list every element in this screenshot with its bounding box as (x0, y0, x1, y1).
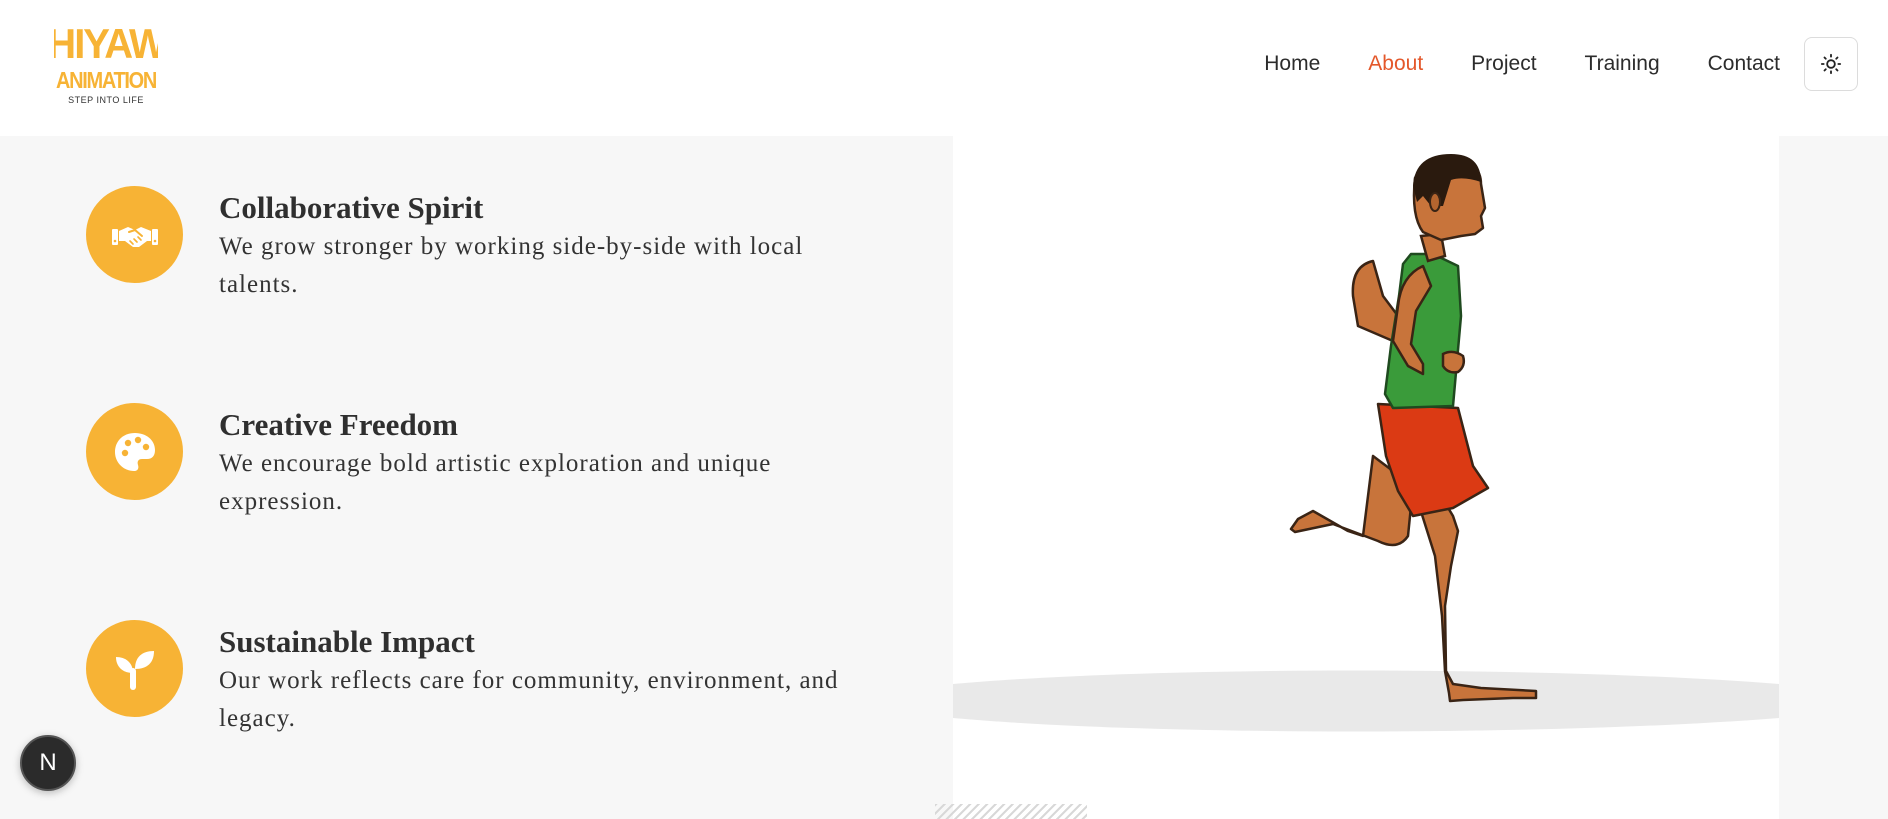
site-header: HIYAW ANIMATION STEP INTO LIFE Home Abou… (0, 0, 1888, 136)
svg-text:STEP INTO LIFE: STEP INTO LIFE (68, 95, 144, 105)
nav-home[interactable]: Home (1264, 52, 1320, 76)
value-icon-circle (86, 620, 183, 717)
decorative-hatch (935, 804, 1087, 819)
value-description: Our work reflects care for community, en… (219, 667, 839, 732)
nav-project[interactable]: Project (1471, 52, 1536, 76)
value-text: Sustainable Impact Our work reflects car… (219, 622, 839, 738)
value-description: We grow stronger by working side-by-side… (219, 233, 804, 298)
value-text: Collaborative Spirit We grow stronger by… (219, 188, 839, 304)
value-title: Creative Freedom (219, 407, 459, 442)
runner-drawing (953, 154, 1779, 732)
dev-badge-label: N (39, 749, 57, 776)
logo[interactable]: HIYAW ANIMATION STEP INTO LIFE (54, 16, 158, 108)
svg-text:HIYAW: HIYAW (54, 20, 158, 67)
value-item-collaborative-spirit: Collaborative Spirit We grow stronger by… (86, 186, 839, 304)
running-man-illustration (953, 136, 1779, 819)
sprout-icon (115, 650, 154, 690)
handshake-icon (111, 226, 158, 247)
sun-icon (1820, 53, 1842, 75)
nav-about[interactable]: About (1368, 52, 1423, 76)
main-nav: Home About Project Training Contact (1264, 36, 1858, 92)
value-item-sustainable-impact: Sustainable Impact Our work reflects car… (86, 620, 839, 738)
value-title: Sustainable Impact (219, 624, 475, 659)
value-title: Collaborative Spirit (219, 190, 484, 225)
value-text: Creative Freedom We encourage bold artis… (219, 405, 839, 521)
theme-toggle-button[interactable] (1804, 37, 1858, 91)
svg-text:ANIMATION: ANIMATION (56, 67, 157, 93)
palette-icon (114, 432, 155, 471)
value-description: We encourage bold artistic exploration a… (219, 450, 772, 515)
page: HIYAW ANIMATION STEP INTO LIFE Home Abou… (0, 0, 1888, 819)
dev-tools-badge[interactable]: N (20, 735, 76, 791)
logo-image: HIYAW ANIMATION STEP INTO LIFE (54, 20, 158, 105)
value-item-creative-freedom: Creative Freedom We encourage bold artis… (86, 403, 839, 521)
nav-contact[interactable]: Contact (1708, 52, 1780, 76)
nav-training[interactable]: Training (1585, 52, 1660, 76)
value-icon-circle (86, 403, 183, 500)
value-icon-circle (86, 186, 183, 283)
